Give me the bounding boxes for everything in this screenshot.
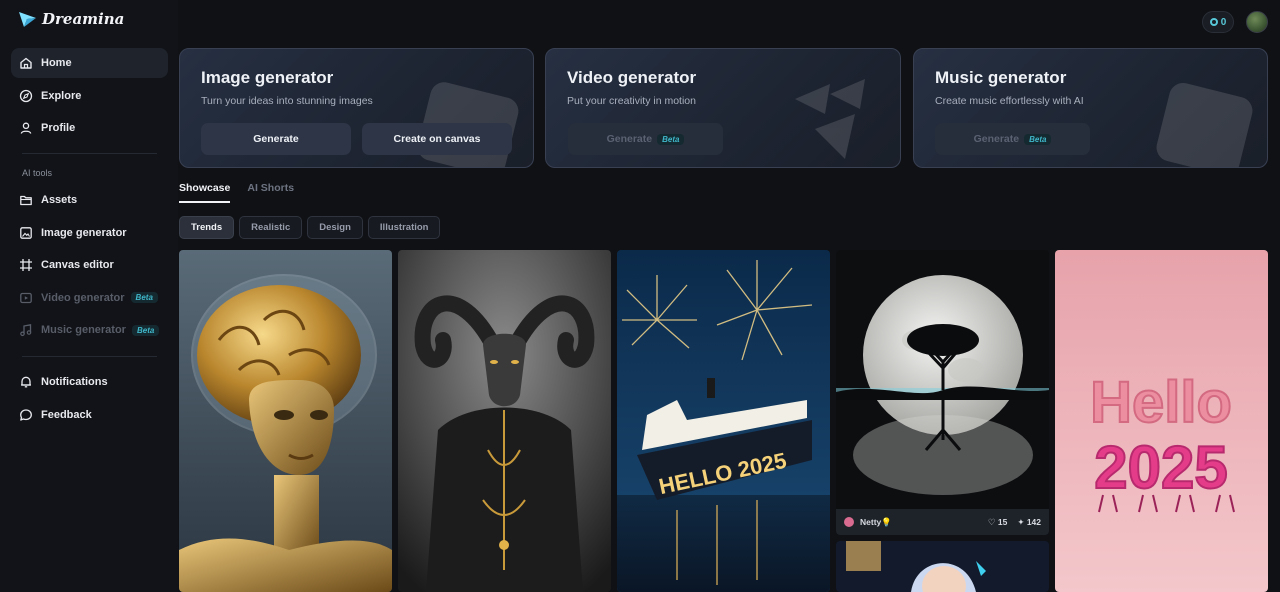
- user-icon: [19, 121, 33, 135]
- card-subtitle: Put your creativity in motion: [567, 95, 696, 107]
- gallery-tile-girl[interactable]: [836, 541, 1049, 592]
- hello-2025-image: Hello 2025: [1055, 250, 1268, 592]
- credits-button[interactable]: 0: [1202, 11, 1234, 33]
- hello-text: Hello: [1090, 370, 1232, 435]
- sidebar-item-feedback[interactable]: Feedback: [11, 400, 168, 430]
- filter-trends[interactable]: Trends: [179, 216, 235, 239]
- folder-icon: [19, 193, 33, 207]
- compass-icon: [19, 89, 33, 103]
- sidebar-item-label: Feedback: [41, 408, 92, 421]
- card-subtitle: Turn your ideas into stunning images: [201, 95, 373, 107]
- sidebar-item-video-generator[interactable]: Video generator Beta: [11, 283, 168, 313]
- chat-icon: [19, 408, 33, 422]
- author-name[interactable]: Netty💡: [860, 517, 892, 528]
- sidebar-item-label: Explore: [41, 89, 82, 102]
- app-root: Dreamina Home Explore Profile AI tools A…: [0, 0, 1280, 592]
- sidebar-item-label: Canvas editor: [41, 259, 114, 271]
- credit-icon: [1209, 18, 1218, 26]
- card-subtitle: Create music effortlessly with AI: [935, 95, 1084, 107]
- blue-hair-girl-image: [836, 541, 1049, 592]
- tile-info-bar: Netty💡 ♡ 15 ✦ 142: [836, 509, 1049, 535]
- music-icon: [19, 323, 33, 337]
- filter-illustration[interactable]: Illustration: [367, 216, 441, 239]
- showcase-tabs: Showcase AI Shorts: [179, 182, 294, 203]
- filter-chips: Trends Realistic Design Illustration: [179, 216, 441, 239]
- sidebar-divider: [22, 153, 157, 154]
- cruise-ship-image: HELLO 2025: [617, 250, 830, 592]
- beta-badge: Beta: [130, 292, 158, 303]
- sidebar-item-canvas-editor[interactable]: Canvas editor: [11, 250, 168, 280]
- golden-robot-image: [179, 250, 392, 592]
- credits-count: 0: [1220, 16, 1227, 28]
- filter-realistic[interactable]: Realistic: [239, 216, 303, 239]
- logo[interactable]: Dreamina: [18, 10, 124, 28]
- main-nav: Home Explore Profile: [11, 48, 168, 146]
- card-title: Image generator: [201, 68, 334, 87]
- video-card-decoration-icon: [795, 79, 865, 159]
- sidebar-divider: [22, 356, 157, 357]
- remix-button[interactable]: ✦ 142: [1017, 517, 1041, 528]
- tile-stats: ♡ 15 ✦ 142: [988, 517, 1041, 528]
- sidebar-item-label: Profile: [41, 122, 76, 134]
- create-on-canvas-button[interactable]: Create on canvas: [362, 123, 512, 155]
- beta-badge: Beta: [657, 133, 685, 145]
- gallery-tile-ship[interactable]: HELLO 2025: [617, 250, 830, 592]
- bell-icon: [19, 375, 33, 389]
- tab-ai-shorts[interactable]: AI Shorts: [247, 182, 294, 203]
- button-label: Generate: [973, 133, 1020, 145]
- dreamina-logo-icon: [19, 12, 36, 27]
- video-generate-button[interactable]: Generate Beta: [568, 123, 723, 155]
- sidebar-item-assets[interactable]: Assets: [11, 185, 168, 215]
- image-generator-card: Image generator Turn your ideas into stu…: [179, 48, 534, 168]
- like-count: 15: [997, 516, 1008, 527]
- video-generator-card: Video generator Put your creativity in m…: [545, 48, 901, 168]
- year-text: 2025: [1094, 434, 1227, 501]
- tools-nav: Assets Image generator Canvas editor Vid…: [11, 185, 168, 348]
- like-button[interactable]: ♡ 15: [988, 517, 1007, 528]
- sidebar-item-label: Image generator: [41, 226, 127, 239]
- music-generator-card: Music generator Create music effortlessl…: [913, 48, 1268, 168]
- image-generate-button[interactable]: Generate: [201, 123, 351, 155]
- filter-design[interactable]: Design: [307, 216, 363, 239]
- home-icon: [19, 56, 33, 70]
- sidebar-item-profile[interactable]: Profile: [11, 113, 168, 143]
- gallery-tile-hello-2025[interactable]: Hello 2025: [1055, 250, 1268, 592]
- music-generate-button[interactable]: Generate Beta: [935, 123, 1090, 155]
- sidebar-item-home[interactable]: Home: [11, 48, 168, 78]
- gallery-tile-robot[interactable]: [179, 250, 392, 592]
- section-label-ai-tools: AI tools: [22, 168, 53, 178]
- sidebar-item-notifications[interactable]: Notifications: [11, 367, 168, 397]
- canvas-icon: [19, 258, 33, 272]
- bottom-nav: Notifications Feedback: [11, 367, 168, 432]
- gallery-tile-goat[interactable]: [398, 250, 611, 592]
- remix-count: 142: [1026, 516, 1041, 527]
- tab-showcase[interactable]: Showcase: [179, 182, 231, 203]
- beta-badge: Beta: [1024, 133, 1052, 145]
- logo-text: Dreamina: [42, 10, 125, 28]
- goat-image: [398, 250, 611, 592]
- sidebar-item-music-generator[interactable]: Music generator Beta: [11, 315, 168, 345]
- sidebar: Dreamina Home Explore Profile AI tools A…: [0, 0, 178, 592]
- author-avatar[interactable]: [844, 517, 854, 527]
- moon-tree-image: [836, 250, 1049, 535]
- music-card-decoration-icon: [1156, 82, 1253, 167]
- sidebar-item-label: Assets: [41, 194, 78, 206]
- sidebar-item-image-generator[interactable]: Image generator: [11, 218, 168, 248]
- sidebar-item-label: Notifications: [41, 376, 108, 388]
- button-label: Generate: [606, 133, 653, 145]
- card-title: Music generator: [935, 68, 1067, 87]
- sidebar-item-label: Music generator: [41, 324, 126, 336]
- sidebar-item-explore[interactable]: Explore: [11, 81, 168, 111]
- image-gen-icon: [19, 226, 33, 240]
- video-icon: [19, 291, 33, 305]
- sidebar-item-label: Home: [41, 57, 72, 69]
- card-title: Video generator: [567, 68, 697, 87]
- sidebar-item-label: Video generator: [41, 291, 125, 304]
- beta-badge: Beta: [131, 324, 160, 336]
- avatar[interactable]: [1246, 11, 1268, 33]
- gallery-tile-moon[interactable]: Netty💡 ♡ 15 ✦ 142: [836, 250, 1049, 535]
